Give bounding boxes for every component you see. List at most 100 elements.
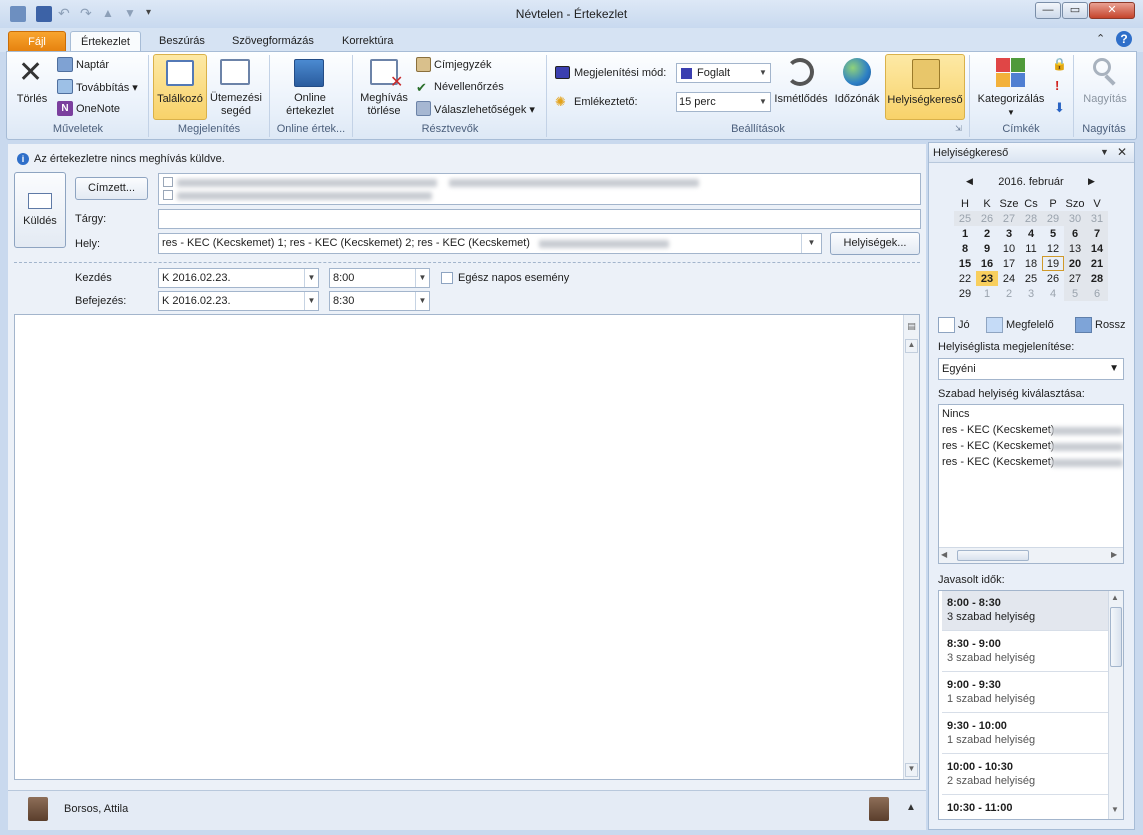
show-as-select[interactable]: Foglalt ▼ [676, 63, 771, 83]
close-button[interactable]: ✕ [1089, 2, 1135, 19]
suggestion-item[interactable]: 10:00 - 10:30 2 szabad helyiség [942, 755, 1108, 795]
high-importance-icon[interactable]: ! [1055, 78, 1059, 93]
tab-meeting[interactable]: Értekezlet [70, 31, 141, 52]
horizontal-scrollbar[interactable]: ◀ ▶ [939, 547, 1123, 563]
send-button[interactable]: Küldés [14, 172, 66, 248]
calendar-day[interactable]: 14 [1086, 241, 1108, 256]
calendar-day[interactable]: 27 [1064, 271, 1086, 286]
calendar-day[interactable]: 3 [1020, 286, 1042, 301]
help-icon[interactable]: ? [1116, 31, 1132, 47]
ruler-icon[interactable]: ▤ [905, 321, 918, 333]
delete-button[interactable]: ✕ Törlés [12, 56, 52, 114]
time-zones-button[interactable]: Időzónák [830, 54, 884, 120]
calendar-day[interactable]: 25 [954, 211, 976, 226]
start-date-picker[interactable]: K 2016.02.23. ▼ [158, 268, 319, 288]
calendar-day[interactable]: 27 [998, 211, 1020, 226]
calendar-day[interactable]: 17 [998, 256, 1020, 271]
recurrence-button[interactable]: Ismétlődés [773, 54, 829, 120]
calendar-day[interactable]: 7 [1086, 226, 1108, 241]
calendar-day[interactable]: 31 [1086, 211, 1108, 226]
scroll-right-icon[interactable]: ▶ [1111, 550, 1117, 559]
suggestion-item[interactable]: 10:30 - 11:00 [942, 796, 1108, 819]
calendar-day[interactable]: 12 [1042, 241, 1064, 256]
calendar-day[interactable]: 5 [1042, 226, 1064, 241]
calendar-today[interactable]: 19 [1042, 256, 1064, 271]
scroll-down-icon[interactable]: ▼ [905, 763, 918, 777]
calendar-day[interactable]: 25 [1020, 271, 1042, 286]
categorize-button[interactable]: Kategorizálás ▼ [974, 54, 1048, 120]
forward-button[interactable]: Továbbítás ▾ [76, 81, 138, 94]
address-book-button[interactable]: Címjegyzék [434, 59, 491, 71]
suggestion-item[interactable]: 9:00 - 9:30 1 szabad helyiség [942, 673, 1108, 713]
calendar-day[interactable]: 8 [954, 241, 976, 256]
check-names-button[interactable]: Névellenőrzés [434, 81, 504, 93]
cancel-invitation-button[interactable]: ✕ Meghívás törlése [358, 54, 410, 120]
calendar-day-selected[interactable]: 23 [976, 271, 998, 286]
calendar-day[interactable]: 5 [1064, 286, 1086, 301]
restore-button[interactable]: ▭ [1062, 2, 1088, 19]
private-lock-icon[interactable]: 🔒 [1052, 57, 1067, 71]
scroll-thumb[interactable] [1110, 607, 1122, 667]
suggestion-item[interactable]: 8:30 - 9:00 3 szabad helyiség [942, 632, 1108, 672]
next-month-icon[interactable]: ▶ [1088, 176, 1095, 187]
room-option[interactable]: res - KEC (Kecskemet) [942, 440, 1054, 452]
calendar-day[interactable]: 30 [1064, 211, 1086, 226]
calendar-day[interactable]: 3 [998, 226, 1020, 241]
suggestion-item[interactable]: 8:00 - 8:30 3 szabad helyiség [942, 591, 1108, 631]
calendar-day[interactable]: 13 [1064, 241, 1086, 256]
calendar-day[interactable]: 24 [998, 271, 1020, 286]
room-list-select[interactable]: Egyéni ▼ [938, 358, 1124, 380]
attendee-name[interactable]: Borsos, Attila [64, 803, 128, 815]
suggestion-item[interactable]: 9:30 - 10:00 1 szabad helyiség [942, 714, 1108, 754]
tab-file[interactable]: Fájl [8, 31, 66, 52]
calendar-day[interactable]: 18 [1020, 256, 1042, 271]
calendar-day[interactable]: 4 [1020, 226, 1042, 241]
calendar-day[interactable]: 9 [976, 241, 998, 256]
response-options-button[interactable]: Válaszlehetőségek ▾ [434, 103, 535, 116]
room-option-none[interactable]: Nincs [942, 408, 970, 420]
zoom-button[interactable]: Nagyítás [1078, 54, 1132, 120]
pane-close-icon[interactable]: ✕ [1117, 145, 1127, 159]
expand-people-pane-icon[interactable]: ▲ [906, 802, 916, 813]
end-date-picker[interactable]: K 2016.02.23. ▼ [158, 291, 319, 311]
scroll-up-icon[interactable]: ▲ [1111, 593, 1119, 602]
calendar-day[interactable]: 22 [954, 271, 976, 286]
to-field[interactable] [158, 173, 921, 205]
calendar-day[interactable]: 28 [1020, 211, 1042, 226]
calendar-day[interactable]: 6 [1086, 286, 1108, 301]
room-finder-button[interactable]: Helyiségkereső [885, 54, 965, 120]
attendee-checkbox[interactable] [163, 190, 173, 200]
body-editor[interactable]: ▤ ▲ ▼ [14, 314, 920, 780]
minimize-button[interactable]: — [1035, 2, 1061, 19]
tab-insert[interactable]: Beszúrás [149, 31, 215, 52]
allday-checkbox[interactable] [441, 272, 453, 284]
start-time-picker[interactable]: 8:00 ▼ [329, 268, 430, 288]
calendar-day[interactable]: 29 [954, 286, 976, 301]
tab-review[interactable]: Korrektúra [332, 31, 403, 52]
to-button[interactable]: Címzett... [75, 177, 148, 200]
subject-input[interactable] [158, 209, 921, 229]
avatar[interactable] [869, 797, 889, 821]
calendar-day[interactable]: 1 [954, 226, 976, 241]
scheduling-assistant-button[interactable]: Ütemezési segéd [208, 54, 264, 120]
scroll-up-icon[interactable]: ▲ [905, 339, 918, 353]
calendar-day[interactable]: 10 [998, 241, 1020, 256]
avatar[interactable] [28, 797, 48, 821]
tab-format-text[interactable]: Szövegformázás [222, 31, 324, 52]
calendar-day[interactable]: 15 [954, 256, 976, 271]
room-option[interactable]: res - KEC (Kecskemet) [942, 456, 1054, 468]
calendar-day[interactable]: 6 [1064, 226, 1086, 241]
room-option[interactable]: res - KEC (Kecskemet) [942, 424, 1054, 436]
scrollbar[interactable]: ▲ ▼ [1108, 591, 1123, 819]
rooms-button[interactable]: Helyiségek... [830, 232, 920, 255]
previous-month-icon[interactable]: ◀ [966, 176, 973, 187]
scroll-left-icon[interactable]: ◀ [941, 550, 947, 559]
scrollbar[interactable]: ▤ ▲ ▼ [903, 315, 919, 779]
calendar-day[interactable]: 26 [1042, 271, 1064, 286]
calendar-day[interactable]: 4 [1042, 286, 1064, 301]
scroll-down-icon[interactable]: ▼ [1111, 805, 1119, 814]
calendar-day[interactable]: 1 [976, 286, 998, 301]
chevron-down-icon[interactable]: ▼ [801, 234, 821, 253]
online-meeting-button[interactable]: Online értekezlet [278, 54, 342, 120]
pane-menu-icon[interactable]: ▼ [1100, 147, 1109, 157]
